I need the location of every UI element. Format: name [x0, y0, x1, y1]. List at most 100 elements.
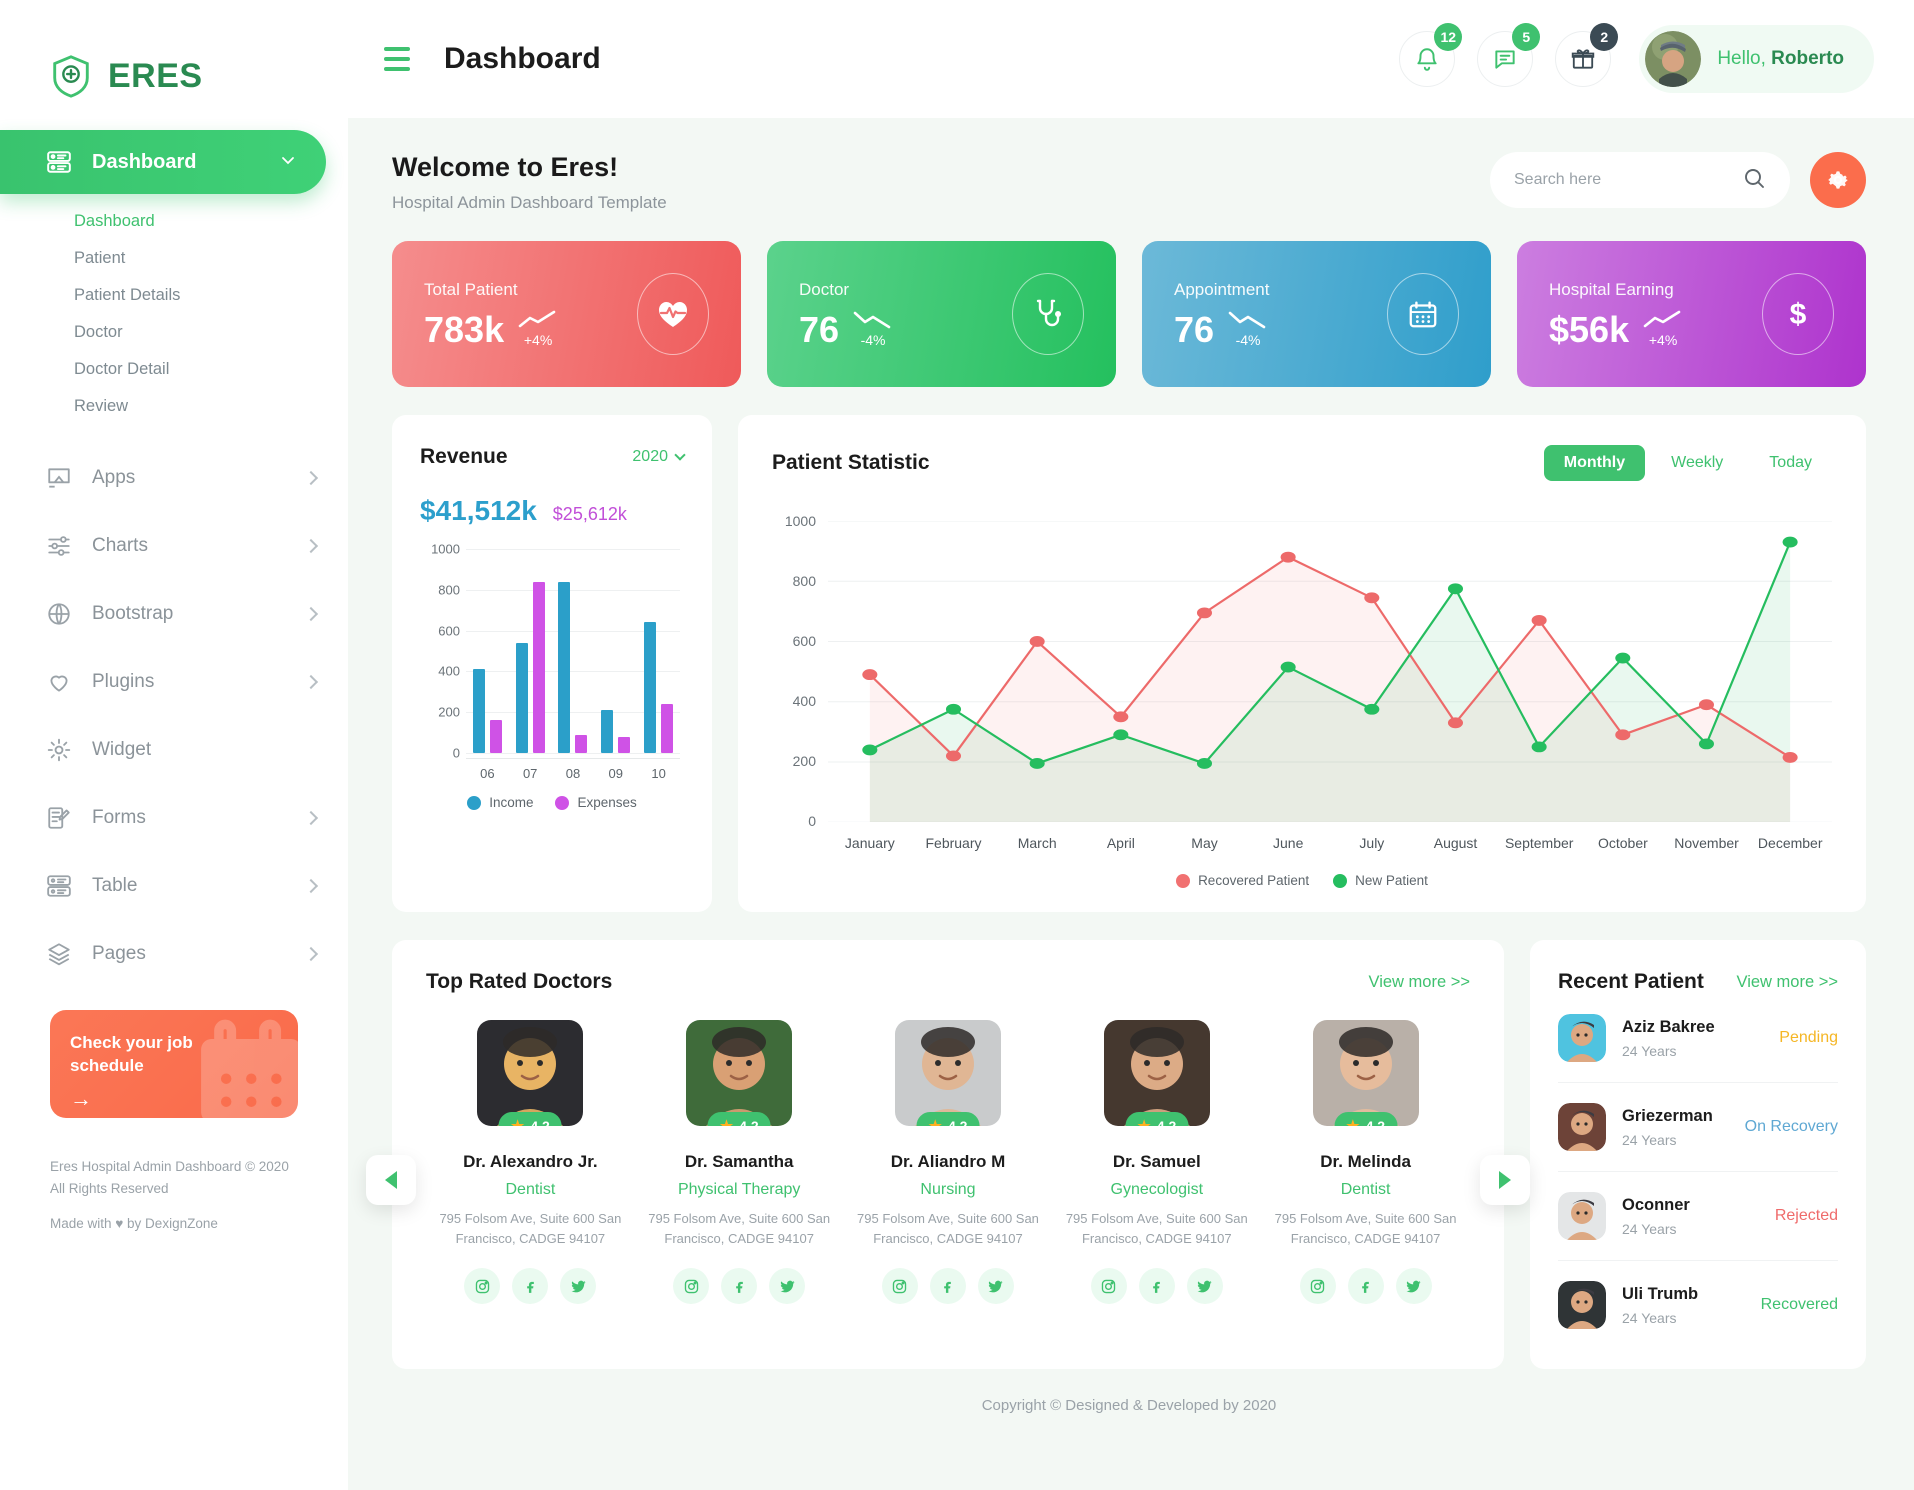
sidebar-item-charts[interactable]: Charts — [46, 512, 319, 580]
tab-monthly[interactable]: Monthly — [1543, 445, 1646, 481]
twitter-icon[interactable] — [769, 1268, 806, 1304]
recent-patient-row[interactable]: Aziz Bakree 24 Years Pending — [1558, 994, 1838, 1083]
search-box[interactable] — [1490, 152, 1790, 208]
data-point[interactable] — [945, 703, 962, 715]
doctors-header: Top Rated Doctors View more >> — [426, 970, 1470, 994]
sidebar-item-widget[interactable]: Widget — [46, 716, 316, 784]
stat-card-appointment[interactable]: Appointment 76 -4% — [1142, 241, 1491, 387]
recent-view-more-link[interactable]: View more >> — [1737, 973, 1839, 992]
data-point[interactable] — [1280, 551, 1296, 563]
sidebar-subitem-doctor[interactable]: Doctor — [74, 323, 348, 342]
data-point[interactable] — [1364, 592, 1380, 604]
data-point[interactable] — [1531, 614, 1547, 626]
facebook-icon[interactable] — [929, 1268, 966, 1304]
stat-card-hospital-earning[interactable]: Hospital Earning $56k +4% $ — [1517, 241, 1866, 387]
data-point[interactable] — [945, 750, 962, 762]
sidebar-subitem-patient[interactable]: Patient — [74, 249, 348, 268]
data-point[interactable] — [862, 669, 878, 681]
data-point[interactable] — [1447, 583, 1464, 595]
job-schedule-card[interactable]: Check your job schedule → — [50, 1010, 298, 1118]
bar-income[interactable] — [472, 669, 485, 753]
sidebar-item-apps[interactable]: Apps — [46, 444, 319, 512]
doctor-card[interactable]: ★ 4.2 Dr. Samuel Gynecologist 795 Folsom… — [1052, 1020, 1261, 1304]
data-point[interactable] — [1113, 729, 1129, 741]
data-point[interactable] — [1364, 703, 1380, 715]
sidebar-item-forms[interactable]: Forms — [46, 784, 319, 852]
sidebar-item-label: Apps — [92, 467, 136, 488]
data-point[interactable] — [1280, 661, 1296, 673]
sidebar-subitem-patient-details[interactable]: Patient Details — [74, 286, 348, 305]
sidebar-item-bootstrap[interactable]: Bootstrap — [46, 580, 319, 648]
twitter-icon[interactable] — [977, 1268, 1014, 1304]
notifications-button[interactable]: 12 — [1399, 23, 1463, 87]
data-point[interactable] — [1615, 729, 1631, 741]
search-icon[interactable] — [1742, 166, 1766, 195]
instagram-icon[interactable] — [881, 1268, 918, 1304]
profile-menu[interactable]: Hello, Roberto — [1639, 25, 1874, 93]
messages-button[interactable]: 5 — [1477, 23, 1541, 87]
patient-info: Griezerman 24 Years — [1622, 1107, 1713, 1148]
bar-expenses[interactable] — [489, 720, 502, 753]
data-point[interactable] — [1029, 758, 1045, 769]
bar-expenses[interactable] — [532, 581, 545, 753]
carousel-prev-button[interactable] — [366, 1154, 416, 1205]
recent-patient-row[interactable]: Griezerman 24 Years On Recovery — [1558, 1083, 1838, 1172]
facebook-icon[interactable] — [512, 1268, 549, 1304]
doctor-card[interactable]: ★ 4.2 Dr. Alexandro Jr. Dentist 795 Fols… — [426, 1020, 635, 1304]
carousel-next-button[interactable] — [1480, 1154, 1530, 1205]
twitter-icon[interactable] — [1395, 1268, 1432, 1304]
facebook-icon[interactable] — [1347, 1268, 1384, 1304]
instagram-icon[interactable] — [464, 1268, 501, 1304]
brand[interactable]: ERES — [0, 0, 348, 118]
data-point[interactable] — [1782, 752, 1798, 763]
search-input[interactable] — [1514, 171, 1742, 189]
data-point[interactable] — [1029, 636, 1045, 647]
instagram-icon[interactable] — [673, 1268, 710, 1304]
data-point[interactable] — [1698, 738, 1714, 750]
instagram-icon[interactable] — [1299, 1268, 1336, 1304]
facebook-icon[interactable] — [721, 1268, 758, 1304]
data-point[interactable] — [1531, 741, 1547, 753]
data-point[interactable] — [1782, 536, 1798, 548]
recent-patient-row[interactable]: Oconner 24 Years Rejected — [1558, 1172, 1838, 1261]
twitter-icon[interactable] — [560, 1268, 597, 1304]
recent-patient-row[interactable]: Uli Trumb 24 Years Recovered — [1558, 1261, 1838, 1349]
doctor-card[interactable]: ★ 4.2 Dr. Samantha Physical Therapy 795 … — [635, 1020, 844, 1304]
doctor-card[interactable]: ★ 4.2 Dr. Aliandro M Nursing 795 Folsom … — [844, 1020, 1053, 1304]
stat-card-doctor[interactable]: Doctor 76 -4% — [767, 241, 1116, 387]
twitter-icon[interactable] — [1186, 1268, 1223, 1304]
gifts-button[interactable]: 2 — [1555, 23, 1619, 87]
legend-item-new: New Patient — [1333, 873, 1428, 888]
bar-income[interactable] — [515, 642, 528, 753]
sidebar-item-dashboard[interactable]: Dashboard — [0, 130, 326, 194]
doctors-view-more-link[interactable]: View more >> — [1369, 973, 1471, 992]
tab-today[interactable]: Today — [1749, 445, 1832, 481]
tab-weekly[interactable]: Weekly — [1651, 445, 1743, 481]
sidebar-item-pages[interactable]: Pages — [46, 920, 319, 988]
bar-income[interactable] — [601, 710, 614, 753]
sidebar-subitem-dashboard[interactable]: Dashboard — [74, 212, 348, 231]
settings-button[interactable] — [1810, 152, 1866, 208]
data-point[interactable] — [1196, 607, 1213, 619]
data-point[interactable] — [862, 744, 878, 756]
sidebar-item-plugins[interactable]: Plugins — [46, 648, 319, 716]
year-selector[interactable]: 2020 — [632, 448, 686, 466]
bar-expenses[interactable] — [661, 704, 674, 753]
data-point[interactable] — [1698, 699, 1714, 711]
instagram-icon[interactable] — [1090, 1268, 1127, 1304]
sidebar-item-table[interactable]: Table — [46, 852, 319, 920]
bar-income[interactable] — [558, 581, 571, 753]
facebook-icon[interactable] — [1138, 1268, 1175, 1304]
data-point[interactable] — [1615, 652, 1631, 664]
bar-income[interactable] — [644, 622, 657, 753]
stat-card-total-patient[interactable]: Total Patient 783k +4% — [392, 241, 741, 387]
doctor-card[interactable]: ★ 4.2 Dr. Melinda Dentist 795 Folsom Ave… — [1261, 1020, 1470, 1304]
data-point[interactable] — [1196, 758, 1213, 769]
bar-expenses[interactable] — [618, 736, 631, 753]
sidebar-subitem-doctor-detail[interactable]: Doctor Detail — [74, 360, 348, 379]
hamburger-icon[interactable] — [384, 47, 412, 71]
data-point[interactable] — [1447, 717, 1464, 729]
bar-expenses[interactable] — [575, 734, 588, 753]
data-point[interactable] — [1113, 711, 1129, 723]
sidebar-subitem-review[interactable]: Review — [74, 397, 348, 416]
